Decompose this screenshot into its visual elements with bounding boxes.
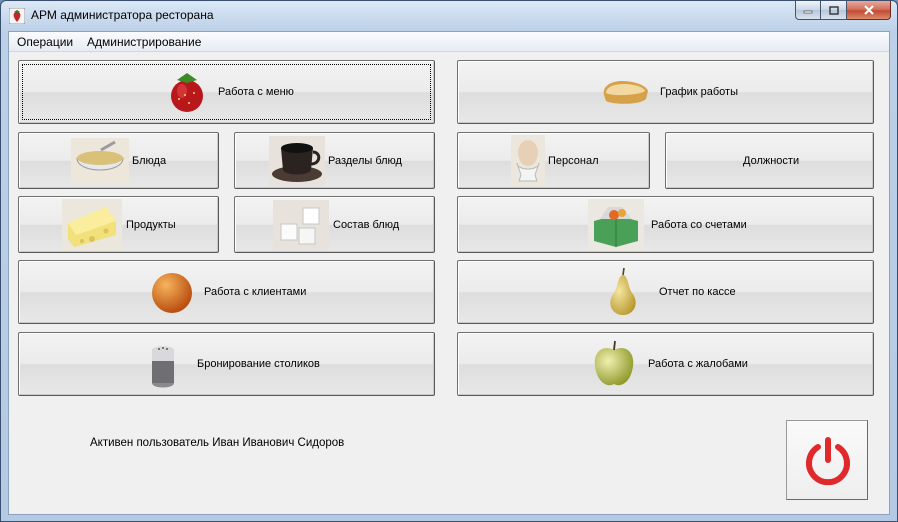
porridge-bowl-icon <box>71 137 129 184</box>
minimize-icon <box>803 10 813 14</box>
strawberry-app-icon <box>9 8 25 24</box>
main-panel: Операции Администрирование Работа с меню… <box>8 31 890 515</box>
exit-power-button[interactable] <box>786 420 868 500</box>
work-schedule-label: График работы <box>660 86 738 98</box>
coffee-cup-icon <box>269 135 325 186</box>
booking-label: Бронирование столиков <box>197 358 320 370</box>
staff-label: Персонал <box>548 154 599 167</box>
cash-report-button[interactable]: Отчет по кассе <box>457 260 874 324</box>
bills-button[interactable]: Работа со счетами <box>457 196 874 253</box>
app-window: АРМ администратора ресторана Операции Ад… <box>0 0 898 522</box>
bills-label: Работа со счетами <box>651 218 747 231</box>
menu-bar: Операции Администрирование <box>9 32 889 52</box>
menu-operations[interactable]: Операции <box>17 35 73 49</box>
staff-button[interactable]: Персонал <box>457 132 650 189</box>
salt-shaker-icon <box>152 346 174 388</box>
apple-icon <box>594 340 634 386</box>
toast-icon <box>603 81 648 104</box>
dish-composition-label: Состав блюд <box>333 218 400 231</box>
positions-label: Должности <box>743 154 800 167</box>
dish-composition-button[interactable]: Состав блюд <box>234 196 435 253</box>
power-icon <box>806 437 850 486</box>
title-bar[interactable]: АРМ администратора ресторана <box>1 1 897 31</box>
minimize-button[interactable] <box>795 1 821 20</box>
close-icon <box>863 5 874 15</box>
clients-label: Работа с клиентами <box>204 286 307 298</box>
booking-button[interactable]: Бронирование столиков <box>18 332 435 396</box>
active-user-status: Активен пользователь Иван Иванович Сидор… <box>90 437 345 449</box>
clients-button[interactable]: Работа с клиентами <box>18 260 435 324</box>
products-button[interactable]: Продукты <box>18 196 219 253</box>
positions-button[interactable]: Должности <box>665 132 874 189</box>
cash-report-label: Отчет по кассе <box>659 286 736 298</box>
window-title: АРМ администратора ресторана <box>31 8 214 22</box>
work-schedule-button[interactable]: График работы <box>457 60 874 124</box>
products-label: Продукты <box>126 218 176 231</box>
egg-icon <box>511 134 545 187</box>
pear-icon <box>610 267 636 315</box>
close-button[interactable] <box>847 1 891 20</box>
complaints-button[interactable]: Работа с жалобами <box>457 332 874 396</box>
strawberry-icon <box>171 73 203 112</box>
menu-administration[interactable]: Администрирование <box>87 35 201 49</box>
maximize-icon <box>828 5 839 15</box>
cheese-icon <box>62 198 122 251</box>
gift-box-icon <box>588 198 644 251</box>
dishes-button[interactable]: Блюда <box>18 132 219 189</box>
dish-sections-label: Разделы блюд <box>328 154 402 167</box>
dish-sections-button[interactable]: Разделы блюд <box>234 132 435 189</box>
sugar-cubes-icon <box>273 199 329 250</box>
maximize-button[interactable] <box>821 1 847 20</box>
dishes-label: Блюда <box>132 154 167 167</box>
menu-work-label: Работа с меню <box>218 86 294 98</box>
complaints-label: Работа с жалобами <box>648 358 748 370</box>
menu-work-button[interactable]: Работа с меню <box>18 60 435 124</box>
orange-icon <box>152 273 192 313</box>
